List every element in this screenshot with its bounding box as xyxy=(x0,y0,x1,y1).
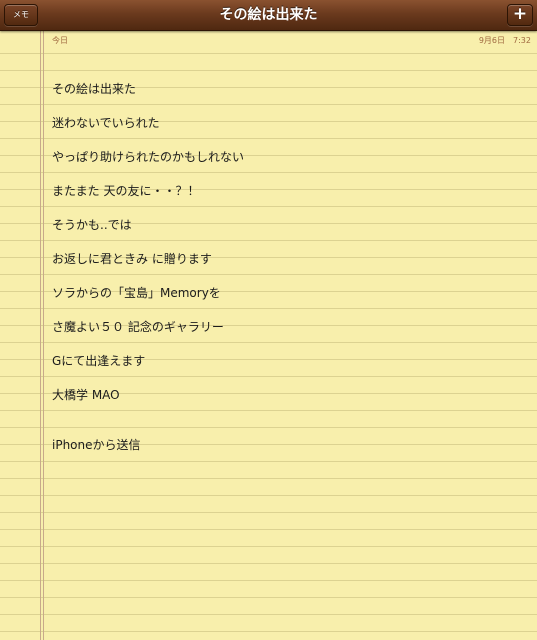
note-date-label: 今日 xyxy=(52,36,68,45)
note-title: その絵は出来た xyxy=(219,7,318,23)
note-line: そうかも..では xyxy=(52,218,132,232)
note-line: ソラからの「宝島」Memoryを xyxy=(52,286,221,300)
note-line: やっぱり助けられたのかもしれない xyxy=(52,150,245,164)
margin-line xyxy=(43,31,44,640)
plus-icon: + xyxy=(512,4,528,24)
note-line: その絵は出来た xyxy=(52,82,137,96)
note-paper[interactable]: 今日 9月6日 7:32 その絵は出来た 迷わないでいられた やっぱり助けられた… xyxy=(0,31,537,640)
note-line: お返しに君ときみ に贈ります xyxy=(52,252,212,266)
notes-app: メモ その絵は出来た + 今日 9月6日 7:32 その絵は出来た 迷わないでい… xyxy=(0,0,537,640)
note-line: またまた 天の友に・・？！ xyxy=(52,184,200,198)
note-line: さ魔よい５０ 記念のギャラリー xyxy=(52,320,224,334)
note-line: 迷わないでいられた xyxy=(52,116,160,130)
note-timestamp: 9月6日 7:32 xyxy=(478,36,531,45)
margin-line xyxy=(40,31,41,640)
note-body[interactable]: その絵は出来た 迷わないでいられた やっぱり助けられたのかもしれない またまた … xyxy=(52,79,522,469)
note-line: 大橋学 MAO xyxy=(52,388,120,402)
note-line: Gにて出逢えます xyxy=(52,354,146,368)
add-note-button[interactable]: + xyxy=(507,4,533,26)
navigation-bar: メモ その絵は出来た + xyxy=(0,0,537,31)
note-signature: iPhoneから送信 xyxy=(52,438,141,452)
